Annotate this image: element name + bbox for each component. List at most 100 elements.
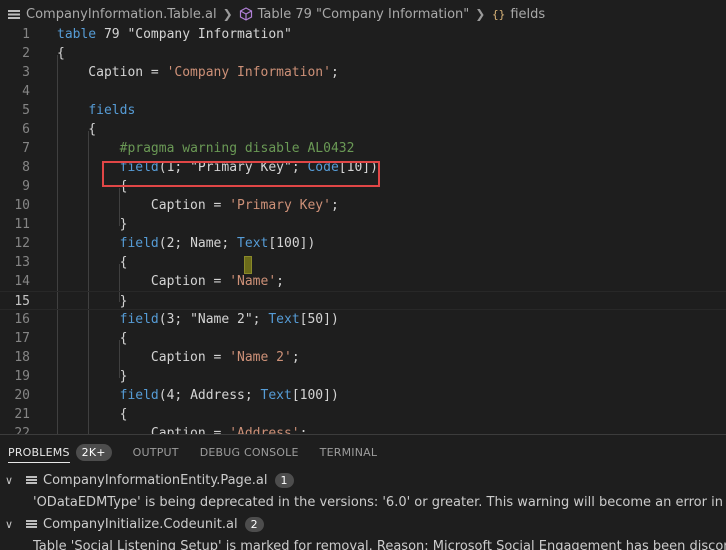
line-number: 8: [22, 160, 30, 175]
line-code: {: [57, 120, 96, 139]
code-line[interactable]: 16 field(3; "Name 2"; Text[50]): [0, 310, 726, 329]
chevron-down-icon[interactable]: ∨: [0, 474, 18, 487]
code-token: table: [57, 27, 97, 42]
code-line[interactable]: 14 Caption = 'Name';: [0, 272, 726, 291]
line-number: 4: [22, 84, 30, 99]
line-code: table 79 "Company Information": [57, 25, 292, 44]
problem-item[interactable]: Table 'Social Listening Setup' is marked…: [0, 535, 726, 550]
line-number: 16: [14, 312, 30, 327]
line-number: 11: [14, 217, 30, 232]
code-line[interactable]: 5 fields: [0, 101, 726, 120]
code-token: (3; "Name 2";: [158, 312, 269, 327]
line-code: field(2; Name; Text[100]): [57, 234, 316, 253]
line-code: Caption = 'Company Information';: [57, 63, 339, 82]
code-line[interactable]: 20 field(4; Address; Text[100]): [0, 386, 726, 405]
problems-count-badge: 2K+: [75, 443, 112, 461]
problem-group[interactable]: ∨ CompanyInitialize.Codeunit.al 2: [0, 513, 726, 535]
code-token: (4; Address;: [158, 388, 261, 403]
code-token: }: [57, 294, 128, 309]
line-number: 5: [22, 103, 30, 118]
code-line[interactable]: 11 }: [0, 215, 726, 234]
code-token: field: [119, 236, 159, 251]
code-token: #pragma warning disable AL0432: [119, 141, 355, 156]
code-token: field: [119, 388, 159, 403]
line-code: {: [57, 253, 128, 272]
code-line[interactable]: 7 #pragma warning disable AL0432: [0, 139, 726, 158]
code-token: ;: [330, 198, 339, 213]
code-token: [50]): [299, 312, 339, 327]
breadcrumb-section[interactable]: {} fields: [491, 7, 545, 22]
code-line[interactable]: 3 Caption = 'Company Information';: [0, 63, 726, 82]
bracket-match-marker: [244, 256, 252, 274]
code-token: {: [57, 407, 128, 422]
breadcrumb-object[interactable]: Table 79 "Company Information": [239, 7, 469, 22]
line-number: 19: [14, 369, 30, 384]
code-line[interactable]: 2{: [0, 44, 726, 63]
code-token: 'Name 2': [229, 350, 292, 365]
code-token: {: [57, 255, 128, 270]
line-number: 2: [22, 46, 30, 61]
code-token: {: [57, 46, 65, 61]
code-line[interactable]: 13 {: [0, 253, 726, 272]
file-lines-icon: [26, 474, 38, 486]
problem-item[interactable]: 'ODataEDMType' is being deprecated in th…: [0, 491, 726, 513]
line-number: 10: [14, 198, 30, 213]
line-code: {: [57, 405, 128, 424]
tab-terminal[interactable]: TERMINAL: [320, 446, 378, 459]
code-token: Text: [268, 312, 300, 327]
file-lines-icon: [26, 518, 38, 530]
line-number: 15: [14, 294, 30, 309]
line-number: 7: [22, 141, 30, 156]
code-line[interactable]: 17 {: [0, 329, 726, 348]
tab-debug-console[interactable]: DEBUG CONSOLE: [200, 446, 299, 459]
code-token: Caption =: [57, 65, 167, 80]
code-token: {: [57, 331, 128, 346]
highlight-box: [102, 161, 380, 187]
line-number: 20: [14, 388, 30, 403]
code-token: ;: [276, 274, 284, 289]
code-token: }: [57, 217, 128, 232]
code-line[interactable]: 19 }: [0, 367, 726, 386]
code-line[interactable]: 10 Caption = 'Primary Key';: [0, 196, 726, 215]
code-line[interactable]: 6 {: [0, 120, 726, 139]
line-number: 3: [22, 65, 30, 80]
code-token: Caption =: [57, 274, 230, 289]
line-number: 22: [14, 426, 30, 434]
problem-group[interactable]: ∨ CompanyInformationEntity.Page.al 1: [0, 469, 726, 491]
tab-problems[interactable]: PROBLEMS 2K+: [8, 442, 112, 463]
code-line[interactable]: 12 field(2; Name; Text[100]): [0, 234, 726, 253]
code-editor[interactable]: 1 table 79 "Company Information" 2{3 Capti…: [0, 24, 726, 434]
chevron-right-icon: ❯: [475, 7, 486, 21]
line-number: 14: [14, 274, 30, 289]
code-line[interactable]: 22 Caption = 'Address';: [0, 424, 726, 434]
line-code: {: [57, 329, 128, 348]
line-code: Caption = 'Name';: [57, 272, 284, 291]
panel-tabs: PROBLEMS 2K+ OUTPUT DEBUG CONSOLE TERMIN…: [0, 435, 726, 469]
code-token: ;: [330, 65, 339, 80]
code-line[interactable]: 18 Caption = 'Name 2';: [0, 348, 726, 367]
code-token: [100]): [268, 236, 316, 251]
code-token: Caption =: [57, 198, 230, 213]
code-token: Text: [260, 388, 292, 403]
line-code: Caption = 'Primary Key';: [57, 196, 339, 215]
breadcrumb-file[interactable]: CompanyInformation.Table.al: [7, 7, 217, 22]
code-line[interactable]: 15 }: [0, 291, 726, 310]
braces-icon: {}: [491, 7, 505, 21]
code-token: ;: [291, 350, 300, 365]
line-code: #pragma warning disable AL0432: [57, 139, 355, 158]
code-line[interactable]: 4: [0, 82, 726, 101]
code-token: (2; Name;: [158, 236, 238, 251]
chevron-down-icon[interactable]: ∨: [0, 518, 18, 531]
tab-output[interactable]: OUTPUT: [133, 446, 179, 459]
cube-icon: [239, 7, 253, 21]
code-token: 'Address': [229, 426, 300, 434]
line-code: }: [57, 215, 128, 234]
line-code: }: [57, 292, 128, 311]
code-line[interactable]: 21 {: [0, 405, 726, 424]
code-line[interactable]: 1 table 79 "Company Information": [0, 25, 726, 44]
line-code: {: [57, 44, 65, 63]
